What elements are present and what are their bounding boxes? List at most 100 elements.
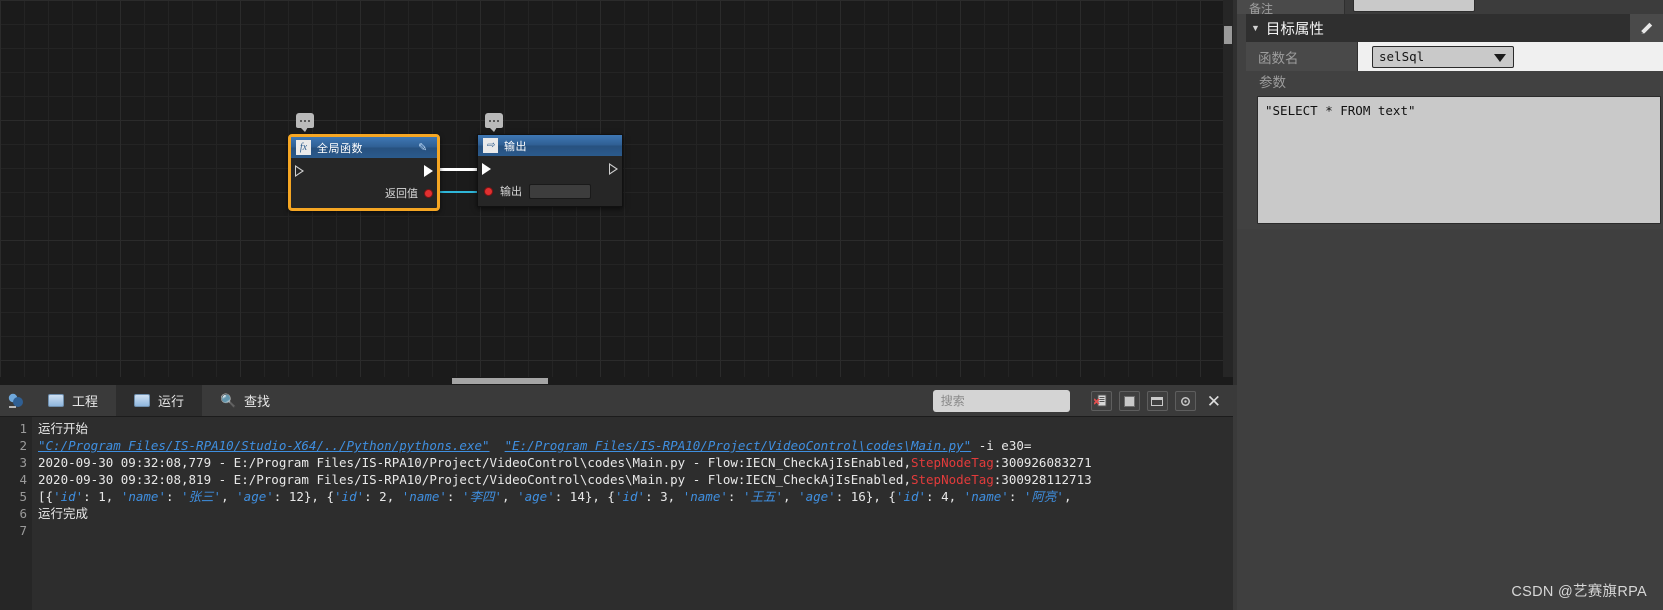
node-comment-bubble-icon[interactable]: [485, 113, 503, 132]
output-arrow-icon: ⇨: [483, 138, 498, 153]
console-text: :: [165, 489, 182, 504]
console-text: 'name': [963, 489, 1009, 504]
node-rows: 返回值: [291, 158, 437, 208]
tab-label: 查找: [244, 394, 271, 409]
line-number: 1: [19, 421, 27, 436]
node-output[interactable]: ⇨ 输出 输出: [477, 113, 623, 207]
node-row-exec[interactable]: [291, 160, 437, 182]
console-line: 运行开始: [38, 420, 1233, 437]
canvas-horizontal-scroll-thumb[interactable]: [452, 378, 548, 384]
section-title: 目标属性: [1265, 21, 1324, 38]
console-text: StepNodeTag: [910, 455, 994, 470]
parameters-textarea[interactable]: "SELECT * FROM text": [1257, 96, 1661, 224]
search-input[interactable]: [940, 394, 1096, 408]
tab-run[interactable]: 运行: [116, 385, 203, 416]
node-row-output[interactable]: 输出: [478, 180, 622, 202]
search-box[interactable]: [932, 390, 1096, 412]
data-out-pin-icon[interactable]: [424, 188, 433, 198]
console-text: ,: [502, 489, 518, 504]
caret-down-icon[interactable]: ▼: [1251, 23, 1260, 33]
exec-in-pin-icon[interactable]: [295, 165, 304, 177]
output-value-field[interactable]: [529, 183, 591, 199]
exec-out-pin-icon[interactable]: [609, 163, 618, 175]
line-number: 6: [19, 506, 27, 521]
node-body[interactable]: ⇨ 输出 输出: [477, 134, 623, 207]
console-text: : 4,: [926, 489, 964, 504]
console-text: 'age': [236, 489, 274, 504]
close-icon[interactable]: ✕: [1203, 393, 1225, 410]
run-console-icon: [134, 394, 151, 407]
node-title: 输出: [504, 140, 527, 153]
console-text: :: [446, 489, 462, 504]
console-output[interactable]: 1 2 3 4 5 6 7 运行开始 "C:/Program Files/IS-R…: [0, 417, 1233, 610]
node-row-return[interactable]: 返回值: [291, 182, 437, 204]
console-text: '张三': [181, 489, 222, 504]
data-in-pin-icon[interactable]: [484, 186, 493, 196]
watermark-text: CSDN @艺赛旗RPA: [1511, 584, 1647, 600]
exec-out-pin-icon[interactable]: [424, 165, 433, 177]
function-name-label: 函数名: [1246, 42, 1358, 71]
console-text: : 12}, {: [273, 489, 335, 504]
console-link[interactable]: "E:/Program Files/IS-RPA10/Project/Video…: [505, 438, 972, 453]
function-name-value: selSql: [1379, 49, 1425, 64]
clear-log-icon[interactable]: [1090, 391, 1112, 411]
node-title: 全局函数: [317, 142, 363, 155]
stop-square-icon[interactable]: [1118, 391, 1140, 411]
console-text: 'id': [334, 489, 365, 504]
bottom-tabbar: 工程 运行 🔍 查找 搜索 ✕: [0, 385, 1233, 417]
tab-find[interactable]: 🔍 查找: [202, 385, 288, 416]
console-text: 'id': [895, 489, 927, 504]
console-text: [{: [38, 489, 54, 504]
console-line: "C:/Program Files/IS-RPA10/Studio-X64/..…: [38, 437, 1233, 454]
remark-row[interactable]: 备注: [1237, 0, 1663, 14]
console-text: 'name': [401, 489, 447, 504]
tab-project[interactable]: 工程: [30, 385, 116, 416]
parameters-label: 参数: [1259, 75, 1286, 90]
console-text: : 16}, {: [835, 489, 896, 504]
output-label: 输出: [500, 186, 522, 198]
function-name-select[interactable]: selSql: [1372, 45, 1514, 68]
return-value-label: 返回值: [385, 188, 418, 200]
pencil-edit-icon[interactable]: ✎: [418, 141, 431, 154]
console-text: :: [727, 489, 743, 504]
console-log-lines[interactable]: 运行开始 "C:/Program Files/IS-RPA10/Studio-X6…: [32, 417, 1233, 610]
node-body[interactable]: fx 全局函数 ✎ 返回值: [288, 134, 440, 211]
console-text: : 1,: [83, 489, 121, 504]
console-text: 'name': [682, 489, 728, 504]
bottom-toolbar: ✕: [932, 385, 1225, 417]
console-text: : 3,: [645, 489, 683, 504]
node-global-function[interactable]: fx 全局函数 ✎ 返回值: [288, 113, 440, 211]
console-text: '王五': [742, 489, 783, 504]
remark-label: 备注: [1237, 0, 1345, 14]
console-text: StepNodeTag: [910, 472, 994, 487]
node-row-exec[interactable]: [478, 158, 622, 180]
magnifier-icon: 🔍: [219, 392, 237, 408]
console-text: : 2,: [364, 489, 402, 504]
node-header[interactable]: fx 全局函数 ✎: [291, 137, 437, 158]
restore-window-icon[interactable]: [1146, 391, 1168, 411]
pencil-edit-icon[interactable]: [1630, 14, 1663, 42]
console-line: 2020-09-30 09:32:08,819 - E:/Program Fil…: [38, 471, 1233, 488]
console-text: 'name': [120, 489, 166, 504]
function-fx-icon: fx: [296, 140, 311, 155]
node-header[interactable]: ⇨ 输出: [478, 135, 622, 156]
console-text: 'id': [53, 489, 84, 504]
exec-in-pin-icon[interactable]: [482, 163, 491, 175]
target-properties-section-header[interactable]: ▼ 目标属性: [1246, 14, 1663, 42]
node-graph-canvas[interactable]: fx 全局函数 ✎ 返回值 ⇨ 输出 输出: [0, 0, 1233, 385]
remark-field[interactable]: [1353, 0, 1475, 12]
canvas-horizontal-scrollbar[interactable]: [0, 377, 1233, 385]
canvas-vertical-scrollbar[interactable]: [1223, 0, 1233, 385]
canvas-vertical-scroll-thumb[interactable]: [1224, 26, 1232, 44]
console-link[interactable]: "C:/Program Files/IS-RPA10/Studio-X64/..…: [38, 438, 490, 453]
panel-background: [1237, 229, 1663, 610]
function-name-row[interactable]: 函数名 selSql: [1246, 42, 1663, 71]
console-text: '阿亮': [1023, 489, 1064, 504]
console-text: :300926083271: [993, 455, 1092, 470]
gear-icon[interactable]: [1174, 391, 1196, 411]
node-comment-bubble-icon[interactable]: [296, 113, 314, 132]
console-line: 运行完成: [38, 505, 1233, 522]
console-text: 2020-09-30 09:32:08,779 - E:/Program Fil…: [38, 455, 911, 470]
chevron-down-icon[interactable]: [1494, 53, 1506, 62]
